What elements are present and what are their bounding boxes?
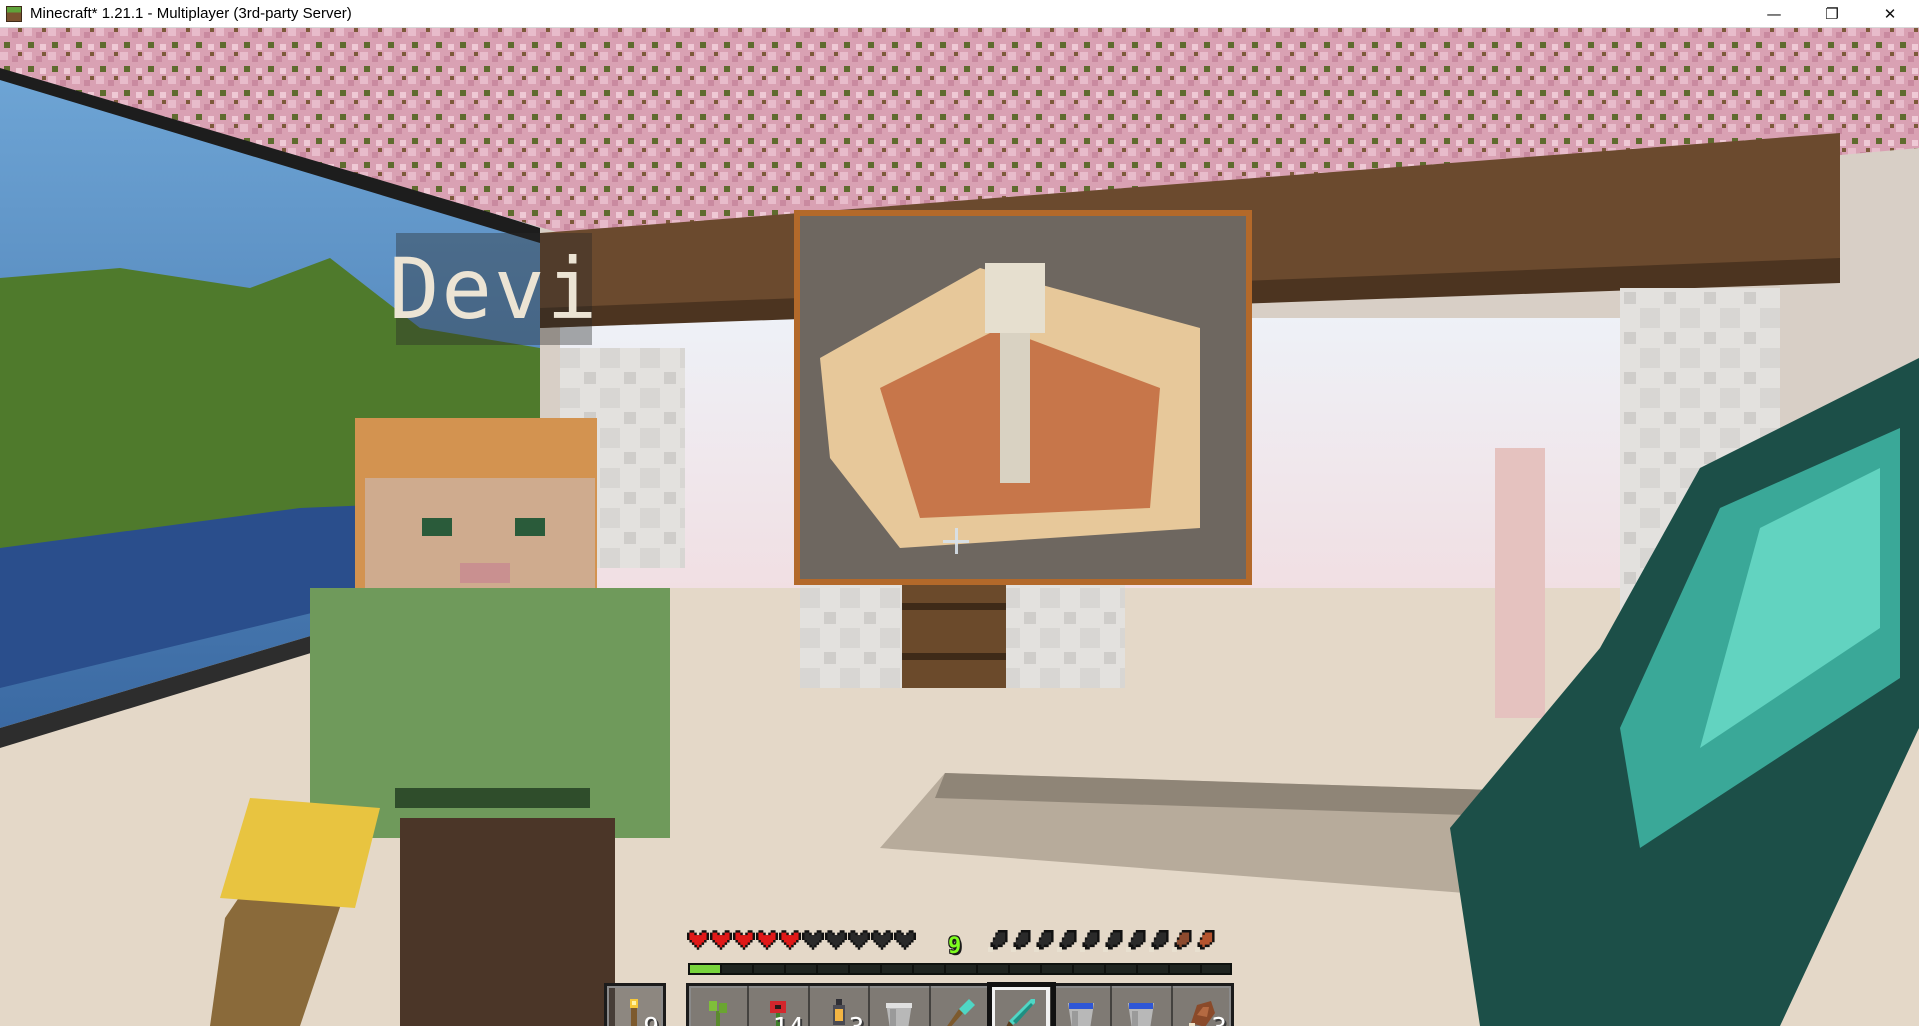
- heart-empty-icon: [802, 930, 824, 950]
- hotbar-slot-2[interactable]: 14: [749, 986, 810, 1026]
- player-nametag: Devi: [389, 233, 597, 345]
- hotbar-slot-2-count: 14: [773, 1015, 804, 1026]
- hotbar-slot-4[interactable]: [870, 986, 931, 1026]
- minimize-button[interactable]: —: [1745, 0, 1803, 28]
- heart-full-icon: [687, 930, 709, 950]
- hunger-empty-icon: [1149, 930, 1169, 952]
- crosshair: [943, 528, 969, 554]
- hunger-empty-icon: [1011, 930, 1031, 952]
- hotbar-slot-9-count: 3: [1211, 1015, 1227, 1026]
- window-title-bar: Minecraft* 1.21.1 - Multiplayer (3rd-par…: [0, 0, 1919, 28]
- heart-full-icon: [710, 930, 732, 950]
- hotbar-slot-9[interactable]: 3: [1173, 986, 1231, 1026]
- restore-button[interactable]: ❐: [1803, 0, 1861, 28]
- minecraft-grass-block-icon: [6, 5, 22, 22]
- hunger-empty-icon: [1034, 930, 1054, 952]
- sapling-icon: [709, 1001, 727, 1026]
- game-scene: [0, 28, 1919, 1026]
- hunger-empty-icon: [1103, 930, 1123, 952]
- xp-level: 9: [948, 934, 962, 959]
- diamond-shovel-icon: [946, 999, 975, 1026]
- experience-bar: [688, 963, 1232, 975]
- hotbar: 14 3: [686, 982, 1234, 1026]
- heart-full-icon: [756, 930, 778, 950]
- hunger-empty-icon: [1080, 930, 1100, 952]
- hunger-empty-icon: [1126, 930, 1146, 952]
- heart-empty-icon: [871, 930, 893, 950]
- heart-empty-icon: [825, 930, 847, 950]
- offhand-slot[interactable]: 9: [604, 983, 666, 1026]
- diamond-sword-icon: [1006, 999, 1036, 1026]
- hotbar-slot-3[interactable]: 3: [810, 986, 871, 1026]
- hotbar-slot-1[interactable]: [689, 986, 750, 1026]
- heart-full-icon: [733, 930, 755, 950]
- water-bucket-icon: [1128, 1003, 1155, 1026]
- heart-full-icon: [779, 930, 801, 950]
- health-bar: [687, 930, 916, 950]
- hunger-full-icon: [1195, 930, 1215, 952]
- heart-empty-icon: [894, 930, 916, 950]
- offhand-count: 9: [643, 1015, 659, 1026]
- hotbar-slot-7[interactable]: [1052, 986, 1113, 1026]
- window-controls: — ❐ ✕: [1745, 0, 1919, 28]
- hotbar-slot-8[interactable]: [1112, 986, 1173, 1026]
- hotbar-slot-5[interactable]: [931, 986, 992, 1026]
- hunger-half-icon: [1172, 930, 1192, 952]
- experience-bar-segments: [690, 965, 1230, 973]
- hotbar-slot-6[interactable]: [987, 982, 1056, 1026]
- player-nametag-text: Devi: [388, 240, 600, 338]
- water-bucket-icon: [1067, 1003, 1094, 1026]
- hunger-empty-icon: [1057, 930, 1077, 952]
- window-title: Minecraft* 1.21.1 - Multiplayer (3rd-par…: [30, 5, 352, 22]
- bucket-icon: [886, 1003, 913, 1026]
- hunger-bar: [988, 930, 1217, 952]
- hunger-empty-icon: [988, 930, 1008, 952]
- heart-empty-icon: [848, 930, 870, 950]
- hotbar-slot-3-count: 3: [849, 1015, 865, 1026]
- close-button[interactable]: ✕: [1861, 0, 1919, 28]
- game-viewport[interactable]: Devi 9 9: [0, 28, 1919, 1026]
